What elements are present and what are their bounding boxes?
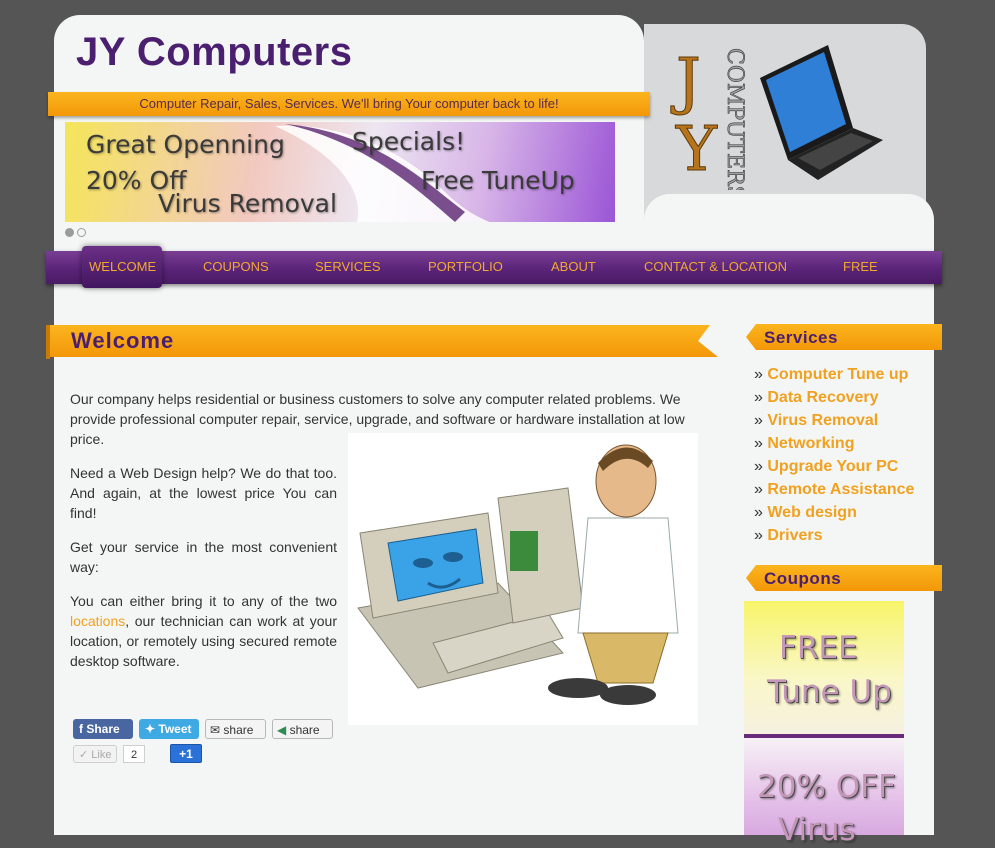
slider-dot-1[interactable]	[65, 228, 74, 237]
coupon-1-line-2: Tune Up	[767, 674, 892, 710]
nav-portfolio[interactable]: PORTFOLIO	[428, 259, 503, 274]
twitter-tweet-label: Tweet	[158, 722, 192, 736]
options-paragraph: You can either bring it to any of the tw…	[70, 591, 337, 671]
mail-icon: ✉	[210, 723, 224, 737]
banner-free-tuneup: Free TuneUp	[421, 166, 575, 195]
options-text-before: You can either bring it to any of the tw…	[70, 593, 337, 609]
header-right-cap	[644, 194, 934, 255]
technician-illustration	[348, 433, 698, 725]
service-link-drivers[interactable]: » Drivers	[754, 527, 823, 545]
slider-dot-2[interactable]	[77, 228, 86, 237]
page-title: Welcome	[71, 328, 175, 353]
nav-about[interactable]: ABOUT	[551, 259, 596, 274]
service-link-web-design[interactable]: » Web design	[754, 504, 857, 522]
nav-contact-location[interactable]: CONTACT & LOCATION	[644, 259, 787, 274]
nav-welcome[interactable]: WELCOME	[89, 259, 156, 274]
service-paragraph: Get your service in the most convenient …	[70, 539, 337, 575]
coupon-1-line-1: FREE	[779, 630, 858, 666]
banner-line-3: Virus Removal	[158, 189, 337, 218]
generic-share-label: share	[289, 723, 320, 737]
service-link-upgrade-pc[interactable]: » Upgrade Your PC	[754, 458, 898, 476]
logo-letter-j: J	[670, 44, 701, 117]
like-button[interactable]: ✓ Like	[73, 745, 117, 763]
generic-share-button[interactable]: ◀ share	[272, 719, 333, 739]
coupon-2-line-2: Virus	[778, 812, 856, 848]
coupon-2-line-1: 20% OFF	[757, 769, 896, 805]
jy-logo[interactable]: J Y COMPUTERS	[668, 40, 898, 190]
facebook-share-label: Share	[86, 722, 120, 736]
twitter-tweet-button[interactable]: ✦ Tweet	[139, 719, 199, 739]
service-link-networking[interactable]: » Networking	[754, 435, 854, 453]
check-icon: ✓	[79, 749, 92, 761]
like-label: Like	[91, 749, 112, 761]
tagline: Computer Repair, Sales, Services. We'll …	[139, 96, 559, 111]
service-link-tune-up[interactable]: » Computer Tune up	[754, 366, 908, 384]
site-title[interactable]: JY Computers	[76, 30, 352, 75]
service-link-data-recovery[interactable]: » Data Recovery	[754, 389, 879, 407]
laptop-icon	[760, 45, 883, 180]
coupons-heading: Coupons	[764, 569, 842, 588]
banner-line-1: Great Openning	[86, 130, 285, 159]
locations-link[interactable]: locations	[70, 613, 125, 629]
nav-services[interactable]: SERVICES	[315, 259, 381, 274]
nav-coupons[interactable]: COUPONS	[203, 259, 269, 274]
email-share-button[interactable]: ✉ share	[205, 719, 266, 739]
coupon-free-tune-up[interactable]	[744, 601, 904, 734]
nav-free[interactable]: FREE	[843, 259, 878, 274]
service-link-virus-removal[interactable]: » Virus Removal	[754, 412, 878, 430]
google-plus-one-button[interactable]: +1	[170, 744, 202, 763]
banner-specials: Specials!	[352, 127, 466, 156]
logo-word: COMPUTERS	[722, 48, 747, 190]
share-icon: ◀	[277, 723, 290, 737]
like-count: 2	[123, 745, 145, 763]
facebook-share-button[interactable]: f Share	[73, 719, 133, 739]
web-design-paragraph: Need a Web Design help? We do that too. …	[70, 465, 337, 521]
logo-letter-y: Y	[675, 112, 718, 185]
twitter-icon: ✦	[145, 722, 159, 736]
service-link-remote-assistance[interactable]: » Remote Assistance	[754, 481, 914, 499]
services-heading: Services	[764, 328, 838, 347]
email-share-label: share	[223, 723, 254, 737]
